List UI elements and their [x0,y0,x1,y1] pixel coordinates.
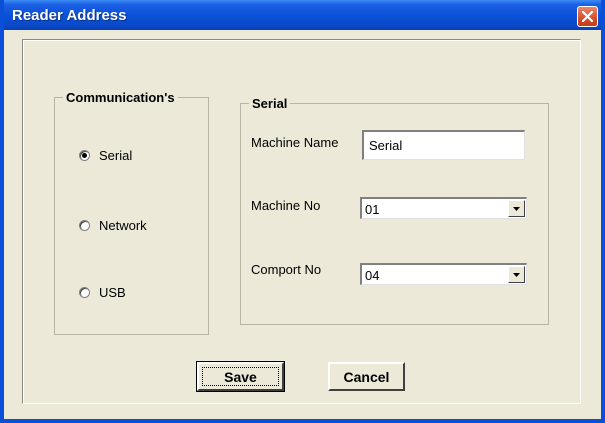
communications-legend: Communication's [66,90,175,105]
comport-no-value: 04 [365,268,380,283]
title-bar[interactable]: Reader Address [4,0,601,30]
chevron-down-icon [513,273,520,277]
chevron-down-icon [513,207,520,211]
cancel-button-label: Cancel [343,368,390,385]
communications-group: Communication's [54,90,209,335]
save-button[interactable]: Save [196,361,285,392]
comport-no-label: Comport No [251,262,322,277]
dialog-window: Reader Address Communication's Serial Ne… [0,0,605,423]
radio-usb-label: USB [99,285,126,300]
radio-network[interactable]: Network [79,218,147,233]
radio-serial[interactable]: Serial [79,148,132,163]
machine-name-label: Machine Name [251,135,339,150]
radio-serial-indicator[interactable] [79,150,90,161]
radio-network-label: Network [99,218,147,233]
radio-usb-indicator[interactable] [79,287,90,298]
comport-no-dropdown-button[interactable] [508,266,525,283]
radio-network-indicator[interactable] [79,220,90,231]
machine-no-value: 01 [365,202,380,217]
radio-usb[interactable]: USB [79,285,126,300]
cancel-button[interactable]: Cancel [328,362,405,391]
close-icon [582,11,593,22]
radio-serial-label: Serial [99,148,133,163]
close-button[interactable] [577,6,598,27]
comport-no-select[interactable]: 04 [360,263,527,285]
machine-no-label: Machine No [251,198,321,213]
serial-legend: Serial [252,96,288,111]
machine-name-input[interactable] [362,130,525,160]
window-title: Reader Address [12,7,127,24]
machine-no-dropdown-button[interactable] [508,200,525,217]
focus-rectangle [202,367,279,386]
machine-no-select[interactable]: 01 [360,197,527,219]
